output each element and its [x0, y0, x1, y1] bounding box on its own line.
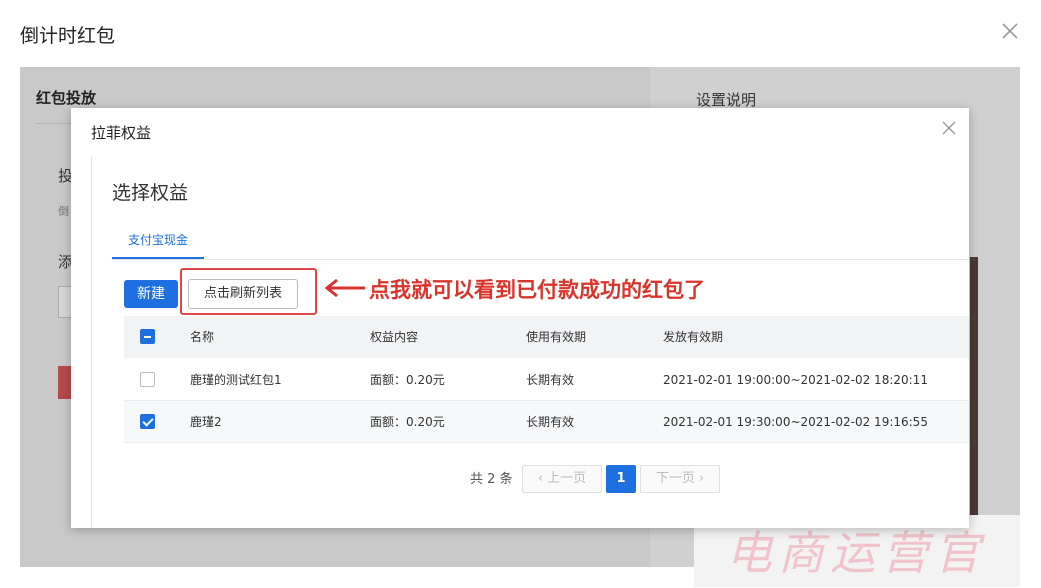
modal-close-icon[interactable]: [941, 120, 957, 136]
pagination-total: 共 2 条: [470, 472, 513, 487]
row-issue-period: 2021-02-01 19:00:00~2021-02-02 18:20:11: [663, 373, 928, 387]
row-content: 面额：0.20元: [370, 373, 445, 387]
row-checkbox[interactable]: [140, 372, 155, 387]
outer-dialog-title: 倒计时红包: [20, 25, 116, 47]
table-row[interactable]: 鹿瑾2 面额：0.20元 长期有效 2021-02-01 19:30:00~20…: [124, 401, 969, 443]
previous-page-button[interactable]: ‹ 上一页: [522, 465, 602, 493]
next-page-button[interactable]: 下一页 ›: [640, 465, 720, 493]
select-rights-modal: 拉菲权益 选择权益 支付宝现金 新建 点击刷新列表 点我就可以看到已付款成功的红…: [71, 108, 969, 528]
annotation-arrow-icon: [324, 278, 365, 298]
row-use-period: 长期有效: [526, 373, 575, 387]
table-row[interactable]: 鹿瑾的测试红包1 面额：0.20元 长期有效 2021-02-01 19:00:…: [124, 359, 969, 401]
modal-title: 拉菲权益: [91, 124, 152, 142]
refresh-list-button[interactable]: 点击刷新列表: [188, 279, 298, 309]
row-use-period: 长期有效: [526, 415, 575, 429]
background-image-edge: [970, 257, 978, 517]
select-all-checkbox[interactable]: [140, 329, 155, 344]
column-header-content: 权益内容: [370, 330, 419, 344]
tab-alipay-cash[interactable]: 支付宝现金: [112, 221, 204, 259]
modal-inner-divider: [91, 156, 92, 528]
row-name: 鹿瑾2: [190, 415, 222, 429]
outer-close-icon[interactable]: [1000, 21, 1020, 41]
row-issue-period: 2021-02-01 19:30:00~2021-02-02 19:16:55: [663, 415, 928, 429]
background-input: [58, 286, 72, 318]
background-hint-fragment: 倒: [58, 205, 69, 218]
settings-description-title: 设置说明: [696, 91, 757, 109]
column-header-use-period: 使用有效期: [526, 330, 587, 344]
tabs-divider: [112, 259, 969, 260]
table-header: 名称 权益内容 使用有效期 发放有效期: [124, 316, 969, 358]
column-header-issue-period: 发放有效期: [663, 330, 724, 344]
current-page-button[interactable]: 1: [606, 465, 636, 493]
row-name: 鹿瑾的测试红包1: [190, 373, 282, 387]
column-header-name: 名称: [190, 330, 215, 344]
background-red-button: [58, 366, 72, 399]
background-left-title: 红包投放: [36, 89, 97, 107]
row-content: 面额：0.20元: [370, 415, 445, 429]
annotation-text: 点我就可以看到已付款成功的红包了: [369, 278, 705, 302]
section-title: 选择权益: [112, 182, 189, 204]
row-checkbox[interactable]: [140, 414, 155, 429]
new-button[interactable]: 新建: [124, 280, 178, 308]
